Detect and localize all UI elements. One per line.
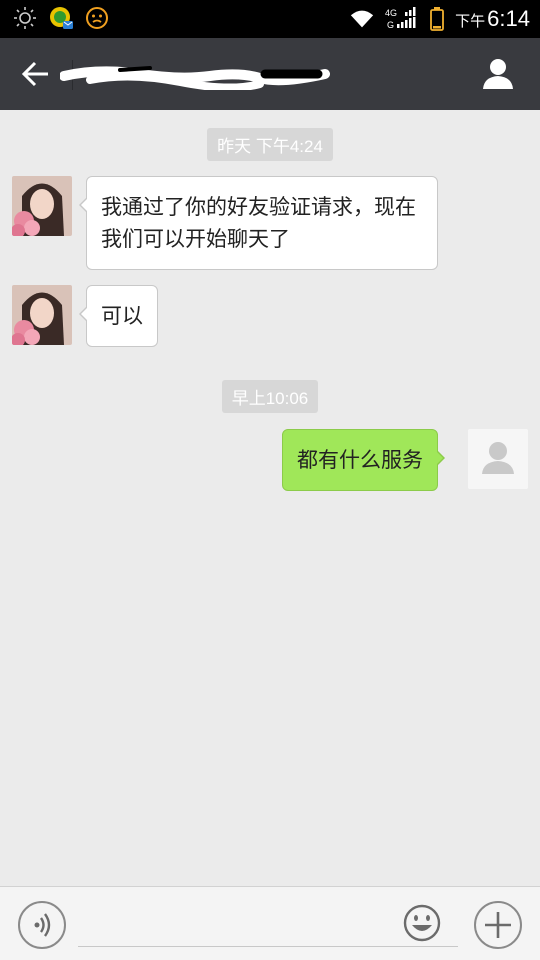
default-person-icon	[468, 429, 528, 489]
status-bar: 4G G 下午6:14	[0, 0, 540, 38]
face-notification-icon	[84, 5, 110, 31]
status-right: 4G G 下午6:14	[349, 6, 530, 32]
message-bubble-outgoing[interactable]: 都有什么服务	[282, 429, 445, 491]
clock-ampm: 下午	[455, 13, 486, 30]
app-notification-icon	[48, 5, 74, 31]
contact-person-icon	[483, 59, 513, 89]
my-avatar[interactable]	[468, 429, 528, 489]
avatar-image	[12, 176, 72, 236]
message-input[interactable]	[78, 901, 458, 947]
input-bar	[0, 886, 540, 960]
message-text: 可以	[101, 304, 143, 328]
network-label: 4G	[385, 8, 397, 18]
voice-button[interactable]	[18, 901, 66, 949]
contact-info-button[interactable]	[480, 56, 516, 92]
status-left	[12, 5, 110, 31]
back-button[interactable]	[18, 56, 54, 92]
back-arrow-icon	[21, 61, 48, 87]
redaction-scribble	[59, 66, 330, 92]
clock: 下午6:14	[455, 6, 530, 32]
svg-text:G: G	[387, 20, 394, 30]
message-bubble-incoming[interactable]: 可以	[79, 285, 158, 347]
timestamp: 早上10:06	[0, 380, 540, 413]
emoji-button[interactable]	[402, 903, 442, 943]
emoji-icon	[403, 904, 441, 942]
contact-avatar[interactable]	[12, 176, 72, 236]
contact-avatar[interactable]	[12, 285, 72, 345]
timestamp: 昨天 下午4:24	[0, 128, 540, 161]
brightness-icon	[12, 5, 38, 31]
message-text: 都有什么服务	[297, 448, 423, 472]
timestamp-label: 早上10:06	[221, 380, 319, 413]
wifi-icon	[349, 6, 375, 32]
timestamp-label: 昨天 下午4:24	[207, 128, 333, 161]
voice-icon	[34, 913, 51, 937]
message-text: 我通过了你的好友验证请求，现在我们可以开始聊天了	[101, 195, 416, 251]
signal-icon: 4G G	[385, 6, 419, 32]
chat-title	[59, 62, 330, 92]
chat-header	[0, 38, 540, 110]
chat-area[interactable]: 昨天 下午4:24 我通过了你的好友验证请求，现在我们可以开始聊天了 可以 早上…	[0, 110, 540, 886]
battery-icon	[429, 6, 445, 32]
clock-time: 6:14	[487, 6, 530, 31]
plus-icon	[485, 912, 511, 938]
message-bubble-incoming[interactable]: 我通过了你的好友验证请求，现在我们可以开始聊天了	[79, 176, 438, 270]
more-options-button[interactable]	[474, 901, 522, 949]
avatar-image	[12, 285, 72, 345]
